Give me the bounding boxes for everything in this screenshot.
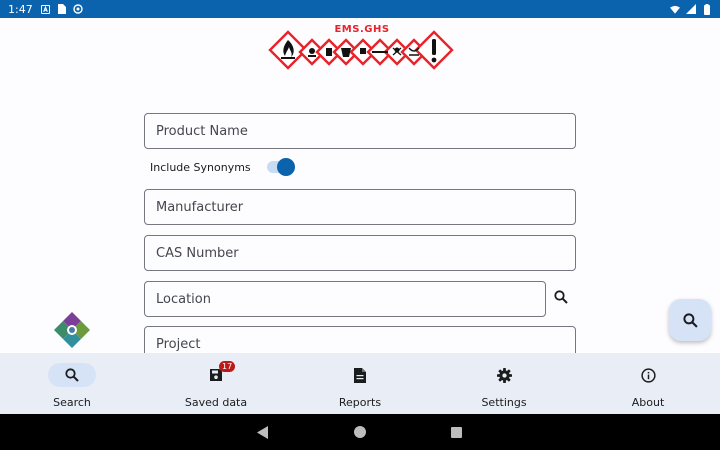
manufacturer-input[interactable] (145, 190, 575, 224)
nav-item-search[interactable]: Search (0, 353, 144, 414)
sim-icon (57, 4, 67, 14)
location-search-button[interactable] (550, 286, 572, 308)
include-synonyms-row: Include Synonyms (150, 158, 295, 176)
location-input[interactable] (145, 282, 545, 316)
include-synonyms-label: Include Synonyms (150, 160, 251, 174)
document-icon (354, 367, 366, 383)
sync-icon (73, 4, 83, 14)
manufacturer-field[interactable] (144, 189, 576, 225)
back-button[interactable] (245, 414, 281, 450)
toggle-thumb (276, 158, 295, 176)
cas-number-input[interactable] (145, 236, 575, 270)
back-icon (257, 425, 268, 439)
cas-number-field[interactable] (144, 235, 576, 271)
recents-icon (450, 426, 462, 438)
app-screen: 1:47 EMS.GHS Product Name Include Synony… (0, 0, 720, 450)
system-navigation-bar (0, 414, 720, 450)
nav-indicator (48, 363, 96, 387)
nav-icon-container (336, 363, 384, 387)
info-icon (640, 367, 656, 383)
nav-label: About (631, 396, 665, 409)
nav-label: Saved data (184, 396, 248, 409)
home-button[interactable] (342, 414, 378, 450)
status-bar: 1:47 (0, 0, 720, 18)
nav-label: Search (53, 396, 91, 409)
nav-icon-container (480, 363, 528, 387)
search-icon (682, 312, 698, 328)
nav-label: Reports (338, 396, 382, 409)
nav-item-about[interactable]: About (576, 353, 720, 414)
status-time: 1:47 (8, 2, 33, 16)
location-field[interactable] (144, 281, 546, 317)
battery-icon (702, 3, 712, 15)
logo-text: EMS.GHS (334, 24, 390, 35)
product-name-field[interactable] (144, 113, 576, 149)
nav-item-reports[interactable]: Reports (288, 353, 432, 414)
nav-item-saved-data[interactable]: 17 Saved data (144, 353, 288, 414)
recents-button[interactable] (438, 414, 474, 450)
signal-icon (686, 4, 696, 14)
app-logo (53, 311, 91, 349)
search-icon (554, 290, 568, 304)
ems-ghs-logo: EMS.GHS (268, 24, 454, 80)
home-icon (354, 426, 366, 438)
search-icon (65, 368, 79, 382)
saved-count-badge: 17 (219, 361, 236, 372)
bottom-navigation: Search 17 Saved data Reports Settings Ab… (0, 353, 720, 414)
nav-icon-container: 17 (192, 361, 240, 387)
a-icon (41, 4, 51, 14)
search-fab[interactable] (669, 299, 711, 341)
product-name-input[interactable] (145, 114, 575, 148)
wifi-icon (670, 4, 680, 14)
gear-icon (496, 367, 512, 383)
include-synonyms-toggle[interactable] (266, 158, 295, 176)
nav-item-settings[interactable]: Settings (432, 353, 576, 414)
nav-label: Settings (481, 396, 527, 409)
nav-icon-container (624, 363, 672, 387)
